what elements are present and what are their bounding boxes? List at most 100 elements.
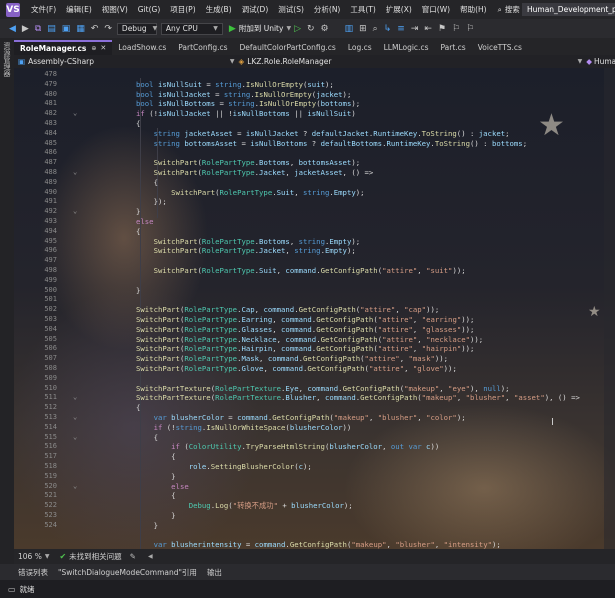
navigate-back-icon[interactable]: ◀ [6,24,19,34]
tab-output[interactable]: 输出 [202,567,227,578]
platform-select[interactable]: Any CPU ▼ [160,22,223,35]
tab-defaultcolorpartconfig[interactable]: DefaultColorPartConfig.cs [234,40,342,55]
code-line: } [136,207,141,217]
cleanup-icon[interactable]: ✎ [130,552,136,561]
code-line: } [136,520,158,530]
bookmark-next-icon[interactable]: ⚐ [463,24,477,34]
code-line: SwitchPartTexture(RolePartTexture.Blushe… [136,393,580,403]
member-dropdown[interactable]: ◆ Human [586,57,615,66]
code-line: SwitchPart(RolePartType.Cap, command.Get… [136,305,440,315]
pin-icon[interactable]: ⊕ [91,41,96,56]
bookmark-prev-icon[interactable]: ⚐ [449,24,463,34]
toolbox-icon[interactable]: ⊞ [356,24,370,34]
code-line: SwitchPart(RolePartType.Jacket, jacketAs… [153,168,374,177]
tab-references[interactable]: "SwitchDialogueModeCommand"引用 [53,567,202,578]
tab-label: LLMLogic.cs [383,43,429,52]
assembly-dropdown[interactable]: ▣ Assembly-CSharp ▼ [14,57,239,66]
visual-studio-logo-icon: VS [6,2,20,17]
code-line: var blusherColor = command.GetConfigPath… [153,413,466,422]
attach-to-unity-button[interactable]: ▶ 附加到 Unity ▼ [229,23,291,34]
code-line: } [136,511,176,520]
close-icon[interactable]: ✕ [100,41,106,56]
fold-toggle-icon[interactable]: ⌄ [73,168,77,176]
issues-status[interactable]: 未找到相关问题 [69,551,122,562]
search-icon: ⌕ [497,4,502,14]
code-line: { [136,226,141,236]
fold-toggle-icon[interactable]: ⌄ [73,109,77,117]
fold-toggle-icon[interactable]: ⌄ [73,413,77,421]
tab-rolemanager[interactable]: RoleManager.cs ⊕ ✕ [14,40,113,56]
code-line: } [136,471,176,481]
navigate-forward-icon[interactable]: ▶ [19,24,32,34]
menu-window[interactable]: 窗口(W) [417,4,455,15]
code-line: { [136,119,141,128]
check-circle-icon: ✔ [59,552,67,561]
menu-bar: VS 文件(F) 编辑(E) 视图(V) Git(G) 项目(P) 生成(B) … [0,0,615,19]
open-file-icon[interactable]: ▤ [44,24,59,34]
solution-explorer-tab[interactable]: 资源管理器 [2,42,12,77]
bookmark-icon[interactable]: ⚑ [435,24,449,34]
attach-to-unity-label: 附加到 Unity [238,24,284,33]
menu-git[interactable]: Git(G) [133,5,166,14]
zoom-select[interactable]: 106 % ▼ [18,552,49,561]
undo-icon[interactable]: ↶ [88,24,102,34]
scroll-left-icon[interactable]: ◀ [148,553,153,560]
code-editor[interactable]: ★ ★ 478 479 480 481 482 483 484 485 486 487 488 489… [14,68,615,549]
find-icon[interactable]: ⌕ [370,24,381,34]
indent-icon[interactable]: ⇥ [408,24,422,34]
code-line: else [136,217,154,226]
configuration-select[interactable]: Debug ▼ [116,22,157,35]
tab-llmlogic[interactable]: LLMLogic.cs [378,40,435,55]
menu-analyze[interactable]: 分析(N) [309,4,345,15]
redo-icon[interactable]: ↷ [101,24,115,34]
outdent-icon[interactable]: ⇤ [421,24,435,34]
tab-voicetts[interactable]: VoiceTTS.cs [472,40,528,55]
menu-extensions[interactable]: 扩展(X) [381,4,417,15]
assembly-name: Assembly-CSharp [28,57,95,66]
code-line: string bottomsAsset = isNullBottoms ? de… [153,138,528,148]
tab-error-list[interactable]: 错误列表 [0,567,53,578]
menu-help[interactable]: 帮助(H) [455,4,492,15]
step-icon[interactable]: ↳ [381,24,395,34]
menu-view[interactable]: 视图(V) [97,4,133,15]
menu-project[interactable]: 项目(P) [165,4,200,15]
vertical-scrollbar[interactable] [604,68,615,549]
menu-edit[interactable]: 编辑(E) [61,4,97,15]
menu-tools[interactable]: 工具(T) [345,4,380,15]
code-line: SwitchPart(RolePartType.Bottoms, string.… [153,236,361,246]
fold-toggle-icon[interactable]: ⌄ [73,482,77,490]
menu-build[interactable]: 生成(B) [201,4,237,15]
project-name-badge[interactable]: Human_Development_pla [522,3,615,16]
chevron-down-icon: ▼ [229,58,235,65]
tab-log[interactable]: Log.cs [342,40,378,55]
class-icon: ◈ [238,57,245,66]
start-without-debugging-icon[interactable]: ▷ [291,24,304,34]
play-icon: ▶ [228,23,236,34]
menu-test[interactable]: 测试(S) [273,4,309,15]
save-all-icon[interactable]: ▦ [73,24,88,34]
debug-options-icon[interactable]: ⚙ [318,24,332,34]
fold-toggle-icon[interactable]: ⌄ [73,393,77,401]
fold-toggle-icon[interactable]: ⌄ [73,433,77,441]
class-dropdown[interactable]: ◈ LKZ.Role.RoleManager ▼ [239,57,587,66]
new-project-icon[interactable]: ⧉ [32,24,44,34]
code-line: SwitchPart(RolePartType.Jacket, string.E… [153,246,356,256]
document-tabs: RoleManager.cs ⊕ ✕ LoadShow.cs PartConfi… [14,38,615,55]
tab-loadshow[interactable]: LoadShow.cs [112,40,172,55]
code-line: SwitchPart(RolePartType.Glasses, command… [136,324,475,334]
tab-partconfig[interactable]: PartConfig.cs [172,40,233,55]
status-text: 就绪 [19,584,35,594]
menu-debug[interactable]: 调试(D) [237,4,274,15]
save-icon[interactable]: ▣ [59,24,74,34]
tab-part[interactable]: Part.cs [434,40,471,55]
text-cursor-icon: I [551,417,554,428]
menu-file[interactable]: 文件(F) [26,4,61,15]
fold-toggle-icon[interactable]: ⌄ [73,207,77,215]
align-icon[interactable]: ≡ [394,24,408,34]
solution-explorer-icon[interactable]: ▥ [342,24,357,34]
tab-label: RoleManager.cs [20,44,87,53]
code-line: SwitchPart(RolePartType.Suit, command.Ge… [153,266,466,275]
hot-reload-icon[interactable]: ↻ [304,24,318,34]
